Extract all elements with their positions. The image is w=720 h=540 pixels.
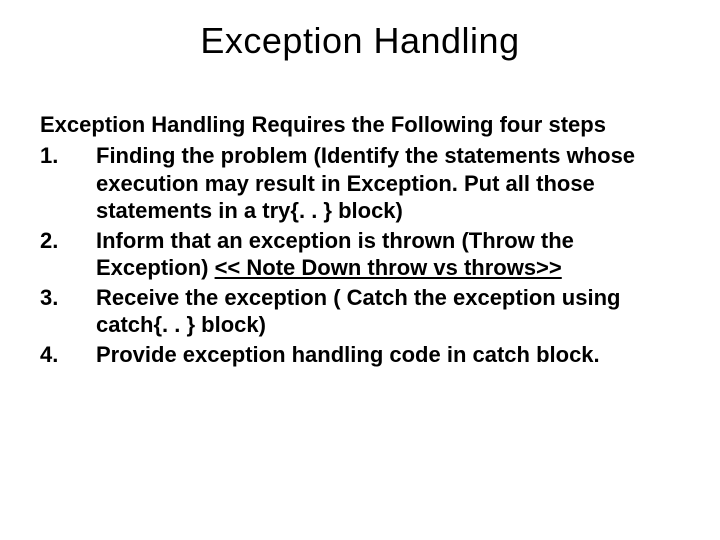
slide-title: Exception Handling [40, 20, 680, 62]
step-4-text: Provide exception handling code in catch… [96, 342, 600, 367]
step-2-note: << Note Down throw vs throws>> [215, 255, 562, 280]
step-3-text: Receive the exception ( Catch the except… [96, 285, 620, 338]
slide: Exception Handling Exception Handling Re… [0, 0, 720, 540]
subtitle: Exception Handling Requires the Followin… [40, 112, 680, 138]
step-2: Inform that an exception is thrown (Thro… [40, 227, 680, 282]
step-1: Finding the problem (Identify the statem… [40, 142, 680, 225]
step-4: Provide exception handling code in catch… [40, 341, 680, 369]
step-3: Receive the exception ( Catch the except… [40, 284, 680, 339]
step-1-text: Finding the problem (Identify the statem… [96, 143, 635, 223]
steps-list: Finding the problem (Identify the statem… [40, 142, 680, 368]
